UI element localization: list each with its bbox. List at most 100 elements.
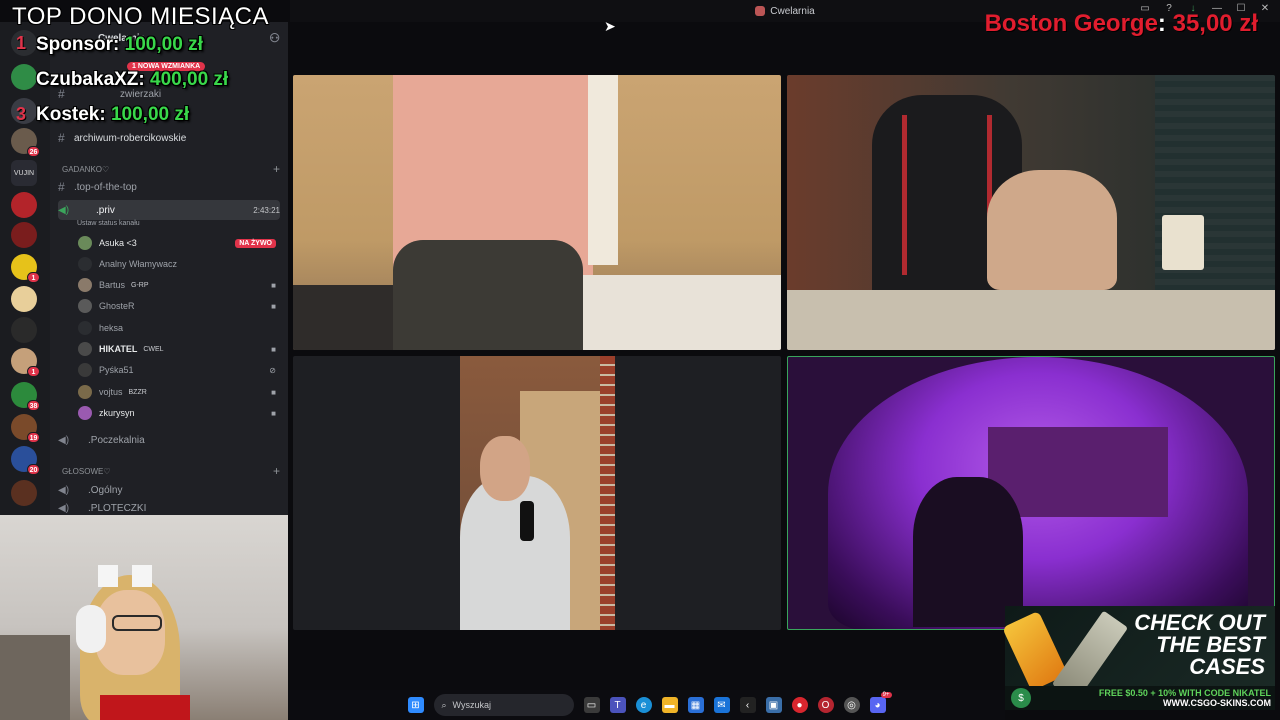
camera-icon: ■ [271, 387, 276, 397]
camera-icon: ■ [271, 280, 276, 290]
server-1[interactable] [11, 64, 37, 90]
window-title: Cwelarnia [770, 5, 815, 17]
user-tag: G-RP [131, 281, 149, 289]
server-9[interactable] [11, 317, 37, 343]
store-icon[interactable]: ▦ [687, 697, 704, 713]
server-badge: 26 [27, 146, 40, 157]
server-badge: 20 [27, 464, 40, 475]
voice-user[interactable]: vojtus BZZR ■ [78, 382, 276, 402]
server-list: 26 VUJIN 1 1 38 19 20 [0, 22, 50, 515]
camera-icon: ■ [271, 301, 276, 311]
live-badge: NA ŻYWO [235, 238, 276, 248]
voice-user[interactable]: GhosteR ■ [78, 296, 276, 316]
avatar [78, 257, 92, 271]
channel-priv[interactable]: ◀) .priv 2:43:21 [58, 200, 280, 220]
taskbar-search[interactable]: ⌕ Wyszukaj [433, 694, 574, 716]
video-tile[interactable] [293, 356, 781, 630]
task-view-icon[interactable]: ▭ [583, 697, 600, 713]
donation-rank: 1 [16, 33, 27, 53]
avatar [78, 236, 92, 250]
close-button[interactable]: ✕ [1258, 3, 1272, 14]
file-explorer-icon[interactable]: ▬ [661, 697, 678, 713]
voice-user[interactable]: Bartus G-RP ■ [78, 275, 276, 295]
channel-archiwum[interactable]: # archiwum-robercikowskie [58, 128, 280, 148]
channel-ogolny[interactable]: ◀) .Ogólny [58, 480, 280, 500]
channel-top-of-the-top[interactable]: # .top-of-the-top [58, 177, 280, 197]
channel-list: Cwelarnia ⚇ # zwierzaki # archiwum-rober… [50, 22, 288, 515]
speaker-icon: ◀) [58, 484, 70, 496]
hash-icon: # [58, 131, 65, 145]
windows-start-icon[interactable]: ⊞ [407, 697, 424, 713]
teams-icon[interactable]: T [609, 697, 626, 713]
site-logo-icon: $ [1011, 688, 1031, 708]
server-6[interactable] [11, 222, 37, 248]
voice-user[interactable]: Asuka <3 NA ŻYWO [78, 233, 276, 253]
add-channel-icon[interactable]: + [273, 464, 280, 478]
server-13[interactable]: 20 [11, 446, 40, 475]
server-14[interactable] [11, 480, 37, 506]
avatar [78, 299, 92, 313]
taskbar: ⊞ ⌕ Wyszukaj ▭ T e ▬ ▦ ✉ ‹ ▣ ● O ◎ ◕ 9+ [288, 690, 1005, 720]
server-10[interactable]: 1 [11, 348, 40, 377]
voice-user[interactable]: Analny Włamywacz [78, 254, 276, 274]
server-vujin[interactable]: VUJIN [11, 160, 37, 186]
avatar [78, 321, 92, 335]
headphones [76, 605, 106, 653]
donation-rank: 3 [16, 104, 27, 124]
server-11[interactable]: 38 [11, 382, 40, 411]
channel-ploteczki[interactable]: ◀) .PLOTECZKI [58, 502, 280, 515]
edge-icon[interactable]: e [635, 697, 652, 713]
streamer-webcam [0, 515, 288, 720]
category-gadanko[interactable]: GADANKO♡ + [62, 162, 280, 176]
ad-headline: CHECK OUT THE BEST CASES [1134, 610, 1265, 679]
app-icon[interactable]: ‹ [739, 697, 756, 713]
server-3[interactable]: 26 [11, 128, 40, 157]
donation-title: TOP DONO MIESIĄCA [12, 3, 269, 30]
ad-banner: CHECK OUT THE BEST CASES $ FREE $0.50 + … [1002, 606, 1275, 710]
camera-icon: ■ [271, 344, 276, 354]
avatar [78, 363, 92, 377]
server-8[interactable] [11, 286, 37, 312]
avatar [78, 278, 92, 292]
opera-icon[interactable]: O [817, 697, 834, 713]
add-user-icon[interactable]: ⚇ [269, 31, 280, 45]
voice-user[interactable]: heksa [78, 318, 276, 338]
server-12[interactable]: 19 [11, 414, 40, 443]
video-tile[interactable] [787, 75, 1275, 350]
server-icon [755, 6, 766, 16]
notification-badge: 9+ [880, 692, 892, 698]
user-tag: BZZR [128, 388, 147, 396]
avatar [78, 385, 92, 399]
video-tile[interactable] [293, 75, 781, 350]
server-badge: 19 [27, 432, 40, 443]
voice-user[interactable]: Pyśka51 ⊘ [78, 360, 276, 380]
voice-user[interactable]: zkurysyn ■ [78, 403, 276, 423]
speaker-icon: ◀) [58, 503, 70, 514]
channel-poczekalnia[interactable]: ◀) .Poczekalnia [58, 430, 280, 450]
add-channel-icon[interactable]: + [273, 162, 280, 176]
user-tag: CWEL [143, 345, 164, 353]
latest-donation: Boston George: 35,00 zł [984, 10, 1258, 37]
hash-icon: # [58, 180, 65, 194]
muted-icon: ⊘ [269, 365, 276, 375]
category-glosowe[interactable]: GŁOSOWE♡ + [62, 464, 280, 478]
donation-entry: Sponsor: 100,00 zł [36, 34, 203, 55]
server-5[interactable] [11, 192, 37, 218]
video-tile-speaking[interactable] [787, 356, 1275, 630]
speaker-icon: ◀) [58, 434, 70, 446]
donation-entry: CzubakaXZ: 400,00 zł [36, 69, 229, 90]
server-badge: 38 [27, 400, 40, 411]
discord-icon[interactable]: ◕ 9+ [869, 692, 892, 713]
app-icon-3[interactable]: ◎ [843, 697, 860, 713]
mail-icon[interactable]: ✉ [713, 697, 730, 713]
avatar [78, 406, 92, 420]
channel-status[interactable]: Ustaw status kanału [77, 220, 140, 227]
channel-timer: 2:43:21 [253, 205, 280, 215]
donation-entry: Kostek: 100,00 zł [36, 104, 190, 125]
server-7[interactable]: 1 [11, 254, 40, 283]
app-icon-2[interactable]: ▣ [765, 697, 782, 713]
obs-icon[interactable]: ● [791, 697, 808, 713]
ad-footer: $ FREE $0.50 + 10% WITH CODE NIKATEL WWW… [1005, 686, 1275, 710]
voice-user[interactable]: HIKATEL CWEL ■ [78, 339, 276, 359]
speaker-icon: ◀) [58, 204, 70, 216]
